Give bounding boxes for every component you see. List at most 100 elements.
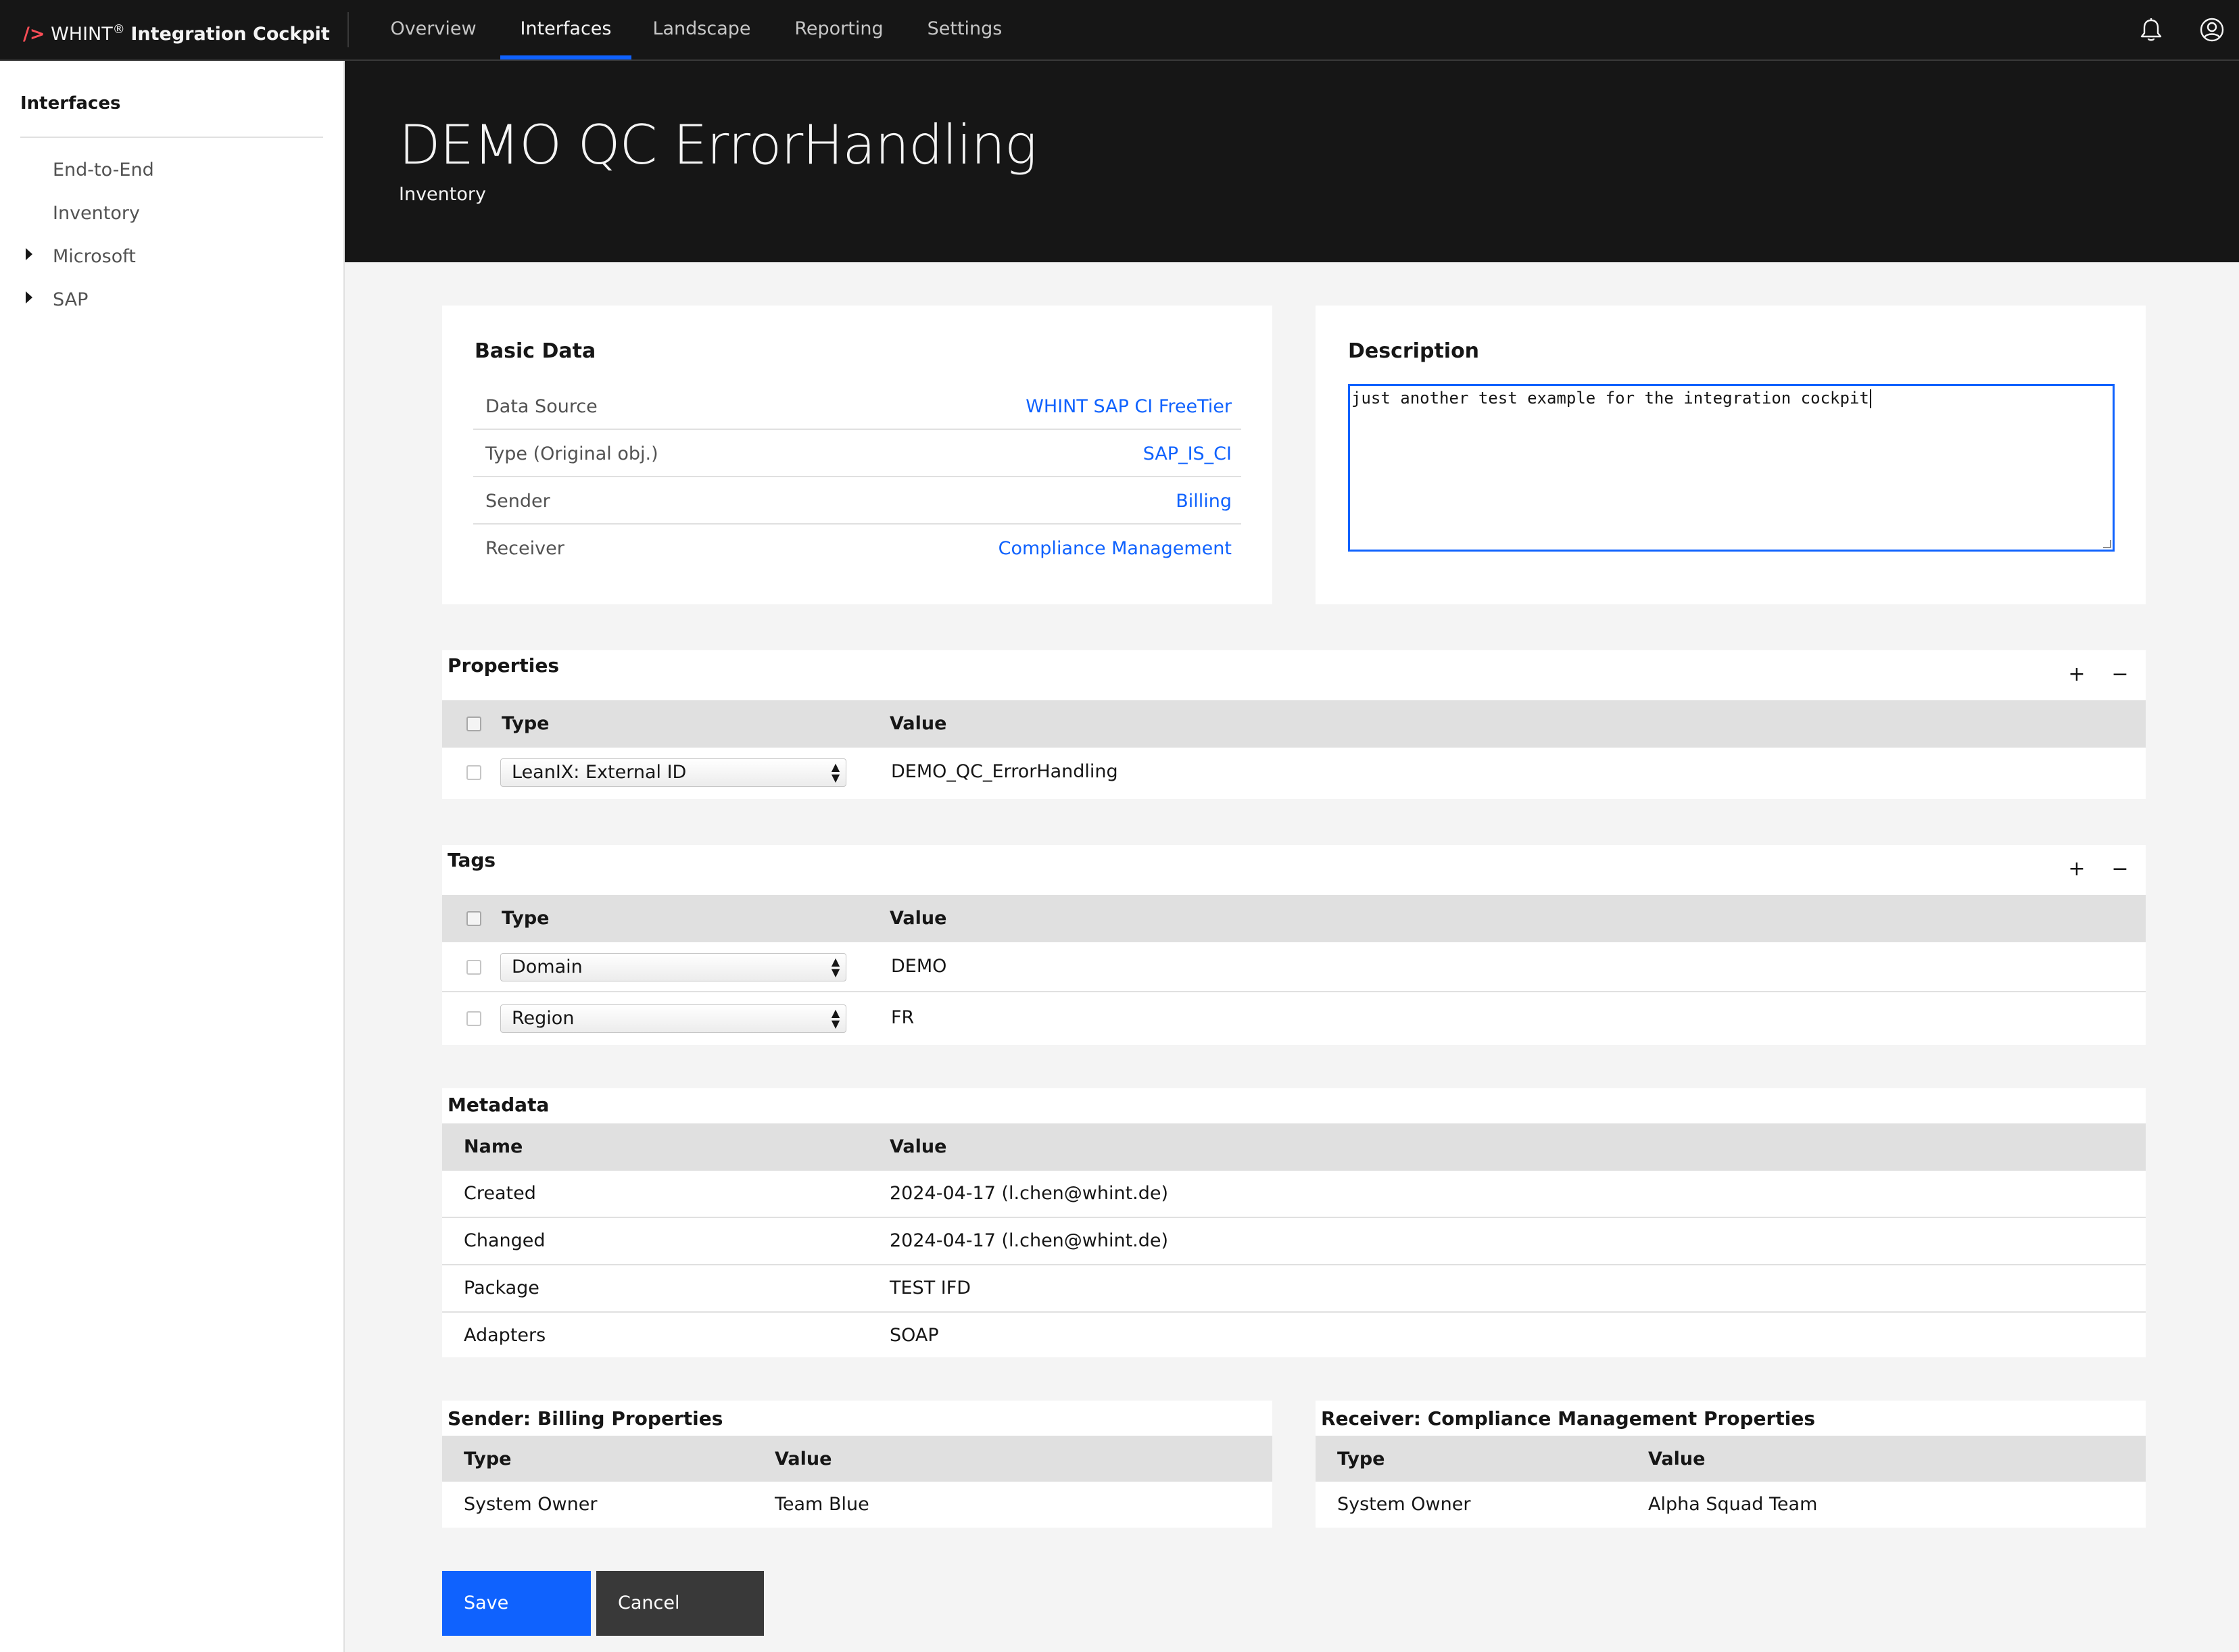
metadata-value: TEST IFD	[890, 1278, 971, 1298]
cancel-button[interactable]: Cancel	[596, 1571, 764, 1636]
column-type: Type	[1337, 1449, 1385, 1469]
receiver-label: Receiver	[485, 538, 564, 559]
table-header: Type Value	[442, 1436, 1272, 1482]
tags-title: Tags	[448, 849, 496, 871]
table-header: Type Value	[442, 895, 2146, 942]
sender-properties-table: Sender: Billing Properties Type Value Sy…	[442, 1401, 1272, 1528]
tags-table: Tags + − Type Value Domain ▲ ▼ DEMO Regio…	[442, 845, 2146, 1045]
save-button[interactable]: Save	[442, 1571, 591, 1636]
sidebar-item-inventory[interactable]: Inventory	[53, 203, 140, 224]
column-value: Value	[890, 713, 947, 734]
remove-property-button[interactable]: −	[2106, 662, 2134, 686]
properties-title: Properties	[448, 654, 560, 677]
data-source-label: Data Source	[485, 396, 598, 417]
row-checkbox[interactable]	[466, 765, 481, 780]
basic-data-row: Sender Billing	[473, 477, 1241, 525]
type-select-value: LeanIX: External ID	[512, 762, 687, 783]
select-arrows-icon: ▲ ▼	[831, 955, 840, 979]
metadata-value: 2024-04-17 (l.chen@whint.de)	[890, 1183, 1169, 1204]
table-row: System Owner Team Blue	[442, 1482, 1272, 1528]
column-name: Name	[464, 1136, 523, 1157]
table-row: Adapters SOAP	[442, 1313, 2146, 1357]
table-row: Changed 2024-04-17 (l.chen@whint.de)	[442, 1218, 2146, 1265]
tag-value: FR	[891, 1007, 915, 1028]
basic-data-tile: Basic Data Data Source WHINT SAP CI Free…	[442, 306, 1272, 604]
sender-properties-title: Sender: Billing Properties	[448, 1407, 723, 1430]
page-title: DEMO QC ErrorHandling	[399, 114, 1037, 176]
sidebar-title: Interfaces	[20, 93, 121, 114]
type-label: Type (Original obj.)	[485, 443, 658, 464]
tag-value: DEMO	[891, 956, 947, 977]
sender-property-value: Team Blue	[775, 1494, 869, 1515]
page-subtitle: Inventory	[399, 184, 486, 205]
metadata-value: 2024-04-17 (l.chen@whint.de)	[890, 1230, 1169, 1251]
nav-landscape[interactable]: Landscape	[646, 0, 757, 59]
sidebar-item-microsoft[interactable]: Microsoft	[53, 246, 136, 267]
description-tile: Description just another test example fo…	[1316, 306, 2146, 604]
metadata-name: Package	[464, 1278, 539, 1298]
basic-data-row: Data Source WHINT SAP CI FreeTier	[473, 383, 1241, 430]
description-textarea[interactable]: just another test example for the integr…	[1348, 384, 2115, 552]
sender-label: Sender	[485, 491, 550, 512]
basic-data-row: Receiver Compliance Management	[473, 525, 1241, 572]
brand-mark: />	[23, 24, 45, 45]
nav-overview[interactable]: Overview	[380, 0, 487, 59]
add-property-button[interactable]: +	[2063, 662, 2090, 686]
receiver-property-type: System Owner	[1337, 1494, 1471, 1515]
receiver-properties-table: Receiver: Compliance Management Properti…	[1316, 1401, 2146, 1528]
receiver-link[interactable]: Compliance Management	[998, 538, 1232, 559]
column-type: Type	[464, 1449, 512, 1469]
metadata-table: Metadata Name Value Created 2024-04-17 (…	[442, 1088, 2146, 1357]
table-row: Created 2024-04-17 (l.chen@whint.de)	[442, 1171, 2146, 1218]
description-text: just another test example for the integr…	[1351, 389, 1869, 408]
type-select[interactable]: Domain ▲ ▼	[500, 953, 846, 981]
brand-logo[interactable]: /> WHINT® Integration Cockpit	[23, 0, 330, 59]
user-avatar-icon[interactable]	[2196, 14, 2228, 46]
sidebar-item-end-to-end[interactable]: End-to-End	[53, 160, 154, 180]
properties-table: Properties + − Type Value LeanIX: Extern…	[442, 650, 2146, 799]
row-checkbox[interactable]	[466, 1011, 481, 1026]
sender-property-type: System Owner	[464, 1494, 598, 1515]
receiver-properties-title: Receiver: Compliance Management Properti…	[1321, 1407, 1815, 1430]
table-row: System Owner Alpha Squad Team	[1316, 1482, 2146, 1528]
data-source-link[interactable]: WHINT SAP CI FreeTier	[1026, 396, 1232, 417]
metadata-title: Metadata	[448, 1094, 550, 1116]
caret-right-icon[interactable]	[26, 291, 32, 303]
table-row: LeanIX: External ID ▲ ▼ DEMO_QC_ErrorHand…	[442, 748, 2146, 798]
nav-settings[interactable]: Settings	[921, 0, 1009, 59]
row-checkbox[interactable]	[466, 960, 481, 975]
type-select-value: Region	[512, 1008, 575, 1029]
metadata-name: Adapters	[464, 1325, 546, 1346]
brand-product: Integration Cockpit	[130, 24, 330, 45]
basic-data-title: Basic Data	[475, 339, 596, 363]
type-select-value: Domain	[512, 956, 583, 977]
type-select[interactable]: LeanIX: External ID ▲ ▼	[500, 758, 846, 787]
nav-interfaces[interactable]: Interfaces	[500, 0, 631, 59]
type-link[interactable]: SAP_IS_CI	[1143, 443, 1232, 464]
description-title: Description	[1348, 339, 1480, 363]
table-row: Domain ▲ ▼ DEMO	[442, 942, 2146, 992]
sidebar-divider	[20, 137, 323, 138]
basic-data-row: Type (Original obj.) SAP_IS_CI	[473, 430, 1241, 477]
sender-link[interactable]: Billing	[1176, 491, 1232, 512]
add-tag-button[interactable]: +	[2063, 857, 2090, 881]
brand-name: WHINT	[51, 24, 113, 45]
select-all-checkbox[interactable]	[466, 911, 481, 926]
column-type: Type	[502, 713, 550, 734]
receiver-property-value: Alpha Squad Team	[1648, 1494, 1818, 1515]
remove-tag-button[interactable]: −	[2106, 857, 2134, 881]
sidebar-item-sap[interactable]: SAP	[53, 289, 88, 310]
column-value: Value	[890, 908, 947, 929]
resize-handle-icon[interactable]	[2103, 540, 2111, 548]
type-select[interactable]: Region ▲ ▼	[500, 1004, 846, 1033]
column-value: Value	[775, 1449, 832, 1469]
table-header: Type Value	[1316, 1436, 2146, 1482]
bell-icon[interactable]	[2135, 14, 2167, 46]
metadata-name: Changed	[464, 1230, 546, 1251]
metadata-name: Created	[464, 1183, 536, 1204]
caret-right-icon[interactable]	[26, 248, 32, 260]
property-value: DEMO_QC_ErrorHandling	[891, 761, 1118, 782]
header-divider	[347, 12, 349, 47]
select-all-checkbox[interactable]	[466, 716, 481, 731]
nav-reporting[interactable]: Reporting	[786, 0, 892, 59]
